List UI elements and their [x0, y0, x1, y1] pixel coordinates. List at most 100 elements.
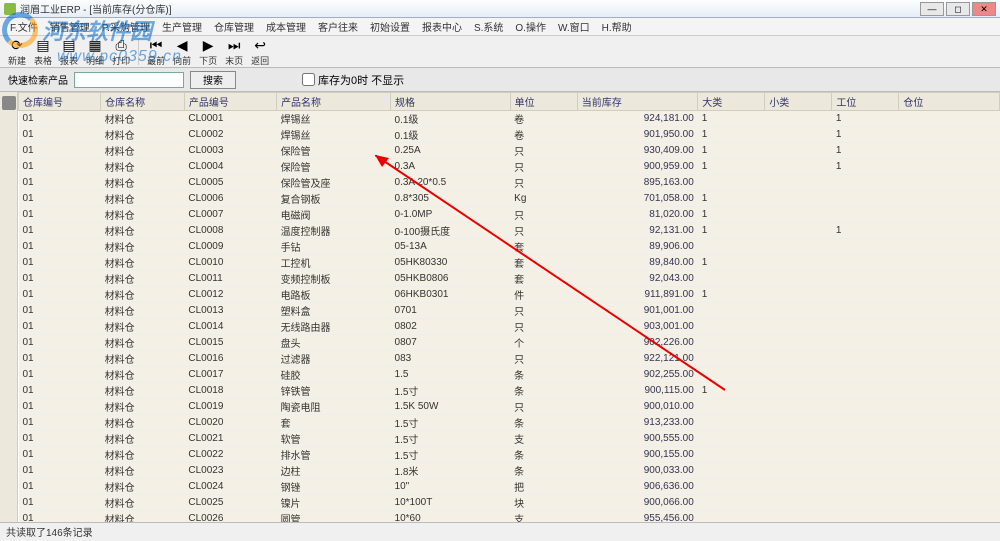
- column-header[interactable]: 规格: [391, 93, 511, 111]
- cell: 把: [510, 479, 577, 495]
- maximize-button[interactable]: ◻: [946, 2, 970, 16]
- table-row[interactable]: 01材料仓CL0014无线路由器0802只903,001.00: [19, 319, 1000, 335]
- cell: 1.5K 50W: [391, 399, 511, 415]
- table-row[interactable]: 01材料仓CL0025镍片10*100T块900,066.00: [19, 495, 1000, 511]
- table-row[interactable]: 01材料仓CL0024钢锉10"把906,636.00: [19, 479, 1000, 495]
- cell: CL0006: [184, 191, 276, 207]
- toolbar-label: 新建: [8, 54, 26, 67]
- table-row[interactable]: 01材料仓CL0026圆管10*60支955,456.00: [19, 511, 1000, 523]
- cell: [899, 223, 1000, 239]
- table-row[interactable]: 01材料仓CL0004保险管0.3A只900,959.0011: [19, 159, 1000, 175]
- menu-item[interactable]: H.帮助: [596, 19, 638, 34]
- toolbar-button[interactable]: ⏮最前: [143, 36, 169, 67]
- table-row[interactable]: 01材料仓CL0003保险管0.25A只930,409.0011: [19, 143, 1000, 159]
- table-row[interactable]: 01材料仓CL0017硅胶1.5条902,255.00: [19, 367, 1000, 383]
- toolbar-button[interactable]: ↩返回: [247, 36, 273, 67]
- toolbar-button[interactable]: ▶下页: [195, 36, 221, 67]
- toolbar-button[interactable]: ◀向前: [169, 36, 195, 67]
- close-button[interactable]: ✕: [972, 2, 996, 16]
- cell: [698, 319, 765, 335]
- column-header[interactable]: 仓位: [899, 93, 1000, 111]
- cell: CL0023: [184, 463, 276, 479]
- column-header[interactable]: 仓库编号: [19, 93, 101, 111]
- cell: CL0024: [184, 479, 276, 495]
- table-row[interactable]: 01材料仓CL0007电磁阀0-1.0MP只81,020.001: [19, 207, 1000, 223]
- toolbar-icon: ⎙: [112, 36, 130, 54]
- cell: [832, 271, 899, 287]
- search-input[interactable]: [74, 72, 184, 88]
- table-row[interactable]: 01材料仓CL0008温度控制器0-100摄氏度只92,131.0011: [19, 223, 1000, 239]
- column-header[interactable]: 仓库名称: [101, 93, 185, 111]
- table-row[interactable]: 01材料仓CL0015盘头0807个902,226.00: [19, 335, 1000, 351]
- table-row[interactable]: 01材料仓CL0012电路板06HKB0301件911,891.001: [19, 287, 1000, 303]
- cell: 900,033.00: [577, 463, 698, 479]
- toolbar-button[interactable]: ⟳新建: [4, 36, 30, 67]
- table-row[interactable]: 01材料仓CL0016过滤器083只922,121.00: [19, 351, 1000, 367]
- table-row[interactable]: 01材料仓CL0006复合钢板0.8*305Kg701,058.001: [19, 191, 1000, 207]
- column-header[interactable]: 大类: [698, 93, 765, 111]
- table-row[interactable]: 01材料仓CL0019陶瓷电阻1.5K 50W只900,010.00: [19, 399, 1000, 415]
- menu-item[interactable]: W.窗口: [552, 19, 596, 34]
- cell: [899, 255, 1000, 271]
- cell: 1: [698, 111, 765, 127]
- menu-item[interactable]: 客户往来: [312, 19, 364, 34]
- menu-item[interactable]: 生产管理: [156, 19, 208, 34]
- table-row[interactable]: 01材料仓CL0001焊锡丝0.1级卷924,181.0011: [19, 111, 1000, 127]
- table-row[interactable]: 01材料仓CL0020套1.5寸条913,233.00: [19, 415, 1000, 431]
- hide-zero-checkbox[interactable]: [302, 73, 315, 86]
- menu-item[interactable]: S.系统: [468, 19, 509, 34]
- menu-item[interactable]: 初始设置: [364, 19, 416, 34]
- cell: CL0022: [184, 447, 276, 463]
- cell: [765, 143, 832, 159]
- column-header[interactable]: 产品名称: [277, 93, 391, 111]
- toolbar-button[interactable]: ▤表格: [30, 36, 56, 67]
- toolbar-button[interactable]: ▦明细: [82, 36, 108, 67]
- table-row[interactable]: 01材料仓CL0018锌铁管1.5寸条900,115.001: [19, 383, 1000, 399]
- column-header[interactable]: 产品编号: [184, 93, 276, 111]
- table-row[interactable]: 01材料仓CL0022排水管1.5寸条900,155.00: [19, 447, 1000, 463]
- cell: 1: [698, 255, 765, 271]
- cell: [832, 303, 899, 319]
- cell: 温度控制器: [277, 223, 391, 239]
- toolbar-button[interactable]: ⎙打印: [108, 36, 134, 67]
- cell: 材料仓: [101, 367, 185, 383]
- cell: CL0017: [184, 367, 276, 383]
- table-row[interactable]: 01材料仓CL0002焊锡丝0.1级卷901,950.0011: [19, 127, 1000, 143]
- table-row[interactable]: 01材料仓CL0023边柱1.8米条900,033.00: [19, 463, 1000, 479]
- cell: 0.1级: [391, 127, 511, 143]
- cell: [698, 399, 765, 415]
- column-header[interactable]: 小类: [765, 93, 832, 111]
- status-bar: 共读取了146条记录: [0, 522, 1000, 538]
- minimize-button[interactable]: —: [920, 2, 944, 16]
- menu-item[interactable]: P.采购管理: [96, 19, 156, 34]
- menu-item[interactable]: 仓库管理: [208, 19, 260, 34]
- cell: 材料仓: [101, 463, 185, 479]
- table-row[interactable]: 01材料仓CL0005保险管及座0.3A 20*0.5只895,163.00: [19, 175, 1000, 191]
- table-row[interactable]: 01材料仓CL0021软管1.5寸支900,555.00: [19, 431, 1000, 447]
- cell: 1: [832, 127, 899, 143]
- toolbar-button[interactable]: ⏭末页: [221, 36, 247, 67]
- menu-item[interactable]: O.操作: [509, 19, 552, 34]
- column-header[interactable]: 单位: [510, 93, 577, 111]
- table-row[interactable]: 01材料仓CL0010工控机05HK80330套89,840.001: [19, 255, 1000, 271]
- cell: 材料仓: [101, 175, 185, 191]
- toolbar-button[interactable]: ▤报表: [56, 36, 82, 67]
- hide-zero-checkbox-label[interactable]: 库存为0时 不显示: [302, 72, 404, 88]
- sidebar-nav-icon[interactable]: [2, 96, 16, 110]
- search-button[interactable]: 搜索: [190, 71, 236, 89]
- column-header[interactable]: 当前库存: [577, 93, 698, 111]
- menu-item[interactable]: 成本管理: [260, 19, 312, 34]
- cell: 套: [510, 239, 577, 255]
- column-header[interactable]: 工位: [832, 93, 899, 111]
- menu-item[interactable]: F.文件: [4, 19, 44, 34]
- cell: CL0001: [184, 111, 276, 127]
- table-row[interactable]: 01材料仓CL0009手钻05-13A套89,906.00: [19, 239, 1000, 255]
- cell: 1: [698, 383, 765, 399]
- menu-item[interactable]: 销售管理: [44, 19, 96, 34]
- cell: 材料仓: [101, 495, 185, 511]
- menu-item[interactable]: 报表中心: [416, 19, 468, 34]
- table-row[interactable]: 01材料仓CL0011变频控制板05HKB0806套92,043.00: [19, 271, 1000, 287]
- data-grid-wrapper[interactable]: 仓库编号仓库名称产品编号产品名称规格单位当前库存大类小类工位仓位 01材料仓CL…: [18, 92, 1000, 522]
- table-row[interactable]: 01材料仓CL0013塑料盒0701只901,001.00: [19, 303, 1000, 319]
- cell: 01: [19, 383, 101, 399]
